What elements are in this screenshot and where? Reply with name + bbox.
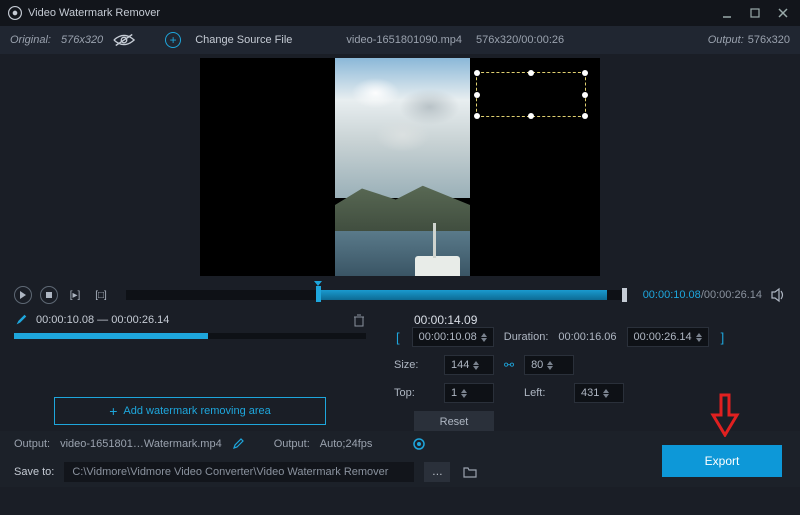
- output-settings-value: Auto;24fps: [320, 438, 373, 450]
- original-dims: 576x320: [61, 34, 103, 46]
- duration-value: 00:00:16.06: [558, 331, 616, 343]
- close-button[interactable]: [774, 4, 792, 22]
- segment-range: 00:00:10.08 — 00:00:26.14: [36, 314, 169, 326]
- bracket-start-icon[interactable]: [: [394, 330, 402, 345]
- position-time: 00:00:14.09: [414, 313, 786, 327]
- output-file-label: Output:: [14, 438, 50, 450]
- output-filename: video-1651801…Watermark.mp4: [60, 438, 222, 450]
- save-to-label: Save to:: [14, 466, 54, 478]
- top-input[interactable]: 1: [444, 383, 494, 403]
- app-title: Video Watermark Remover: [28, 7, 160, 19]
- bracket-end-icon[interactable]: ]: [719, 330, 727, 345]
- video-frame[interactable]: [200, 58, 600, 276]
- playback-controls: [▸] [□] 00:00:10.08/00:00:26.14: [0, 283, 800, 307]
- duration-label: Duration:: [504, 331, 549, 343]
- brush-icon: [14, 313, 28, 327]
- top-label: Top:: [394, 387, 434, 399]
- original-label: Original:: [10, 34, 51, 46]
- add-watermark-area-button[interactable]: + Add watermark removing area: [54, 397, 326, 425]
- size-label: Size:: [394, 359, 434, 371]
- timeline-playhead[interactable]: [316, 286, 321, 302]
- start-time-input[interactable]: 00:00:10.08: [412, 327, 494, 347]
- parameters-panel: 00:00:14.09 [ 00:00:10.08 Duration: 00:00…: [380, 313, 800, 431]
- delete-segment-icon[interactable]: [352, 313, 366, 327]
- preview-toggle-icon[interactable]: [113, 33, 135, 47]
- set-start-button[interactable]: [▸]: [66, 288, 84, 302]
- export-button[interactable]: Export: [662, 445, 782, 477]
- watermark-selection[interactable]: [476, 72, 586, 117]
- app-logo-icon: [8, 6, 22, 20]
- output-settings-label: Output:: [274, 438, 310, 450]
- video-preview[interactable]: [0, 54, 800, 279]
- open-folder-icon[interactable]: [460, 462, 480, 482]
- minimize-button[interactable]: [718, 4, 736, 22]
- edit-filename-icon[interactable]: [232, 438, 244, 450]
- timeline-scrubber[interactable]: [126, 290, 627, 300]
- titlebar: Video Watermark Remover: [0, 0, 800, 26]
- add-source-icon[interactable]: +: [165, 32, 181, 48]
- reset-button[interactable]: Reset: [414, 411, 494, 433]
- link-aspect-icon[interactable]: ⚯: [504, 358, 514, 372]
- source-info: 576x320/00:00:26: [476, 34, 564, 46]
- output-label: Output:: [708, 34, 744, 46]
- output-dims: 576x320: [748, 34, 790, 46]
- width-input[interactable]: 144: [444, 355, 494, 375]
- set-end-button[interactable]: [□]: [92, 288, 110, 302]
- height-input[interactable]: 80: [524, 355, 574, 375]
- save-path-input[interactable]: C:\Vidmore\Vidmore Video Converter\Video…: [64, 462, 414, 482]
- infobar: Original: 576x320 + Change Source File v…: [0, 26, 800, 54]
- end-time-input[interactable]: 00:00:26.14: [627, 327, 709, 347]
- left-label: Left:: [524, 387, 564, 399]
- settings-icon[interactable]: [412, 437, 426, 451]
- segment-panel: 00:00:10.08 — 00:00:26.14 + Add watermar…: [0, 313, 380, 431]
- change-source-button[interactable]: Change Source File: [195, 34, 292, 46]
- segment-track[interactable]: [14, 333, 366, 339]
- maximize-button[interactable]: [746, 4, 764, 22]
- source-filename: video-1651801090.mp4: [346, 34, 462, 46]
- add-watermark-label: Add watermark removing area: [123, 405, 270, 417]
- volume-icon[interactable]: [770, 287, 786, 303]
- playback-time: 00:00:10.08/00:00:26.14: [643, 289, 762, 301]
- play-button[interactable]: [14, 286, 32, 304]
- browse-button[interactable]: …: [424, 462, 450, 482]
- bottom-bar: Output: video-1651801…Watermark.mp4 Outp…: [0, 431, 800, 487]
- left-input[interactable]: 431: [574, 383, 624, 403]
- stop-button[interactable]: [40, 286, 58, 304]
